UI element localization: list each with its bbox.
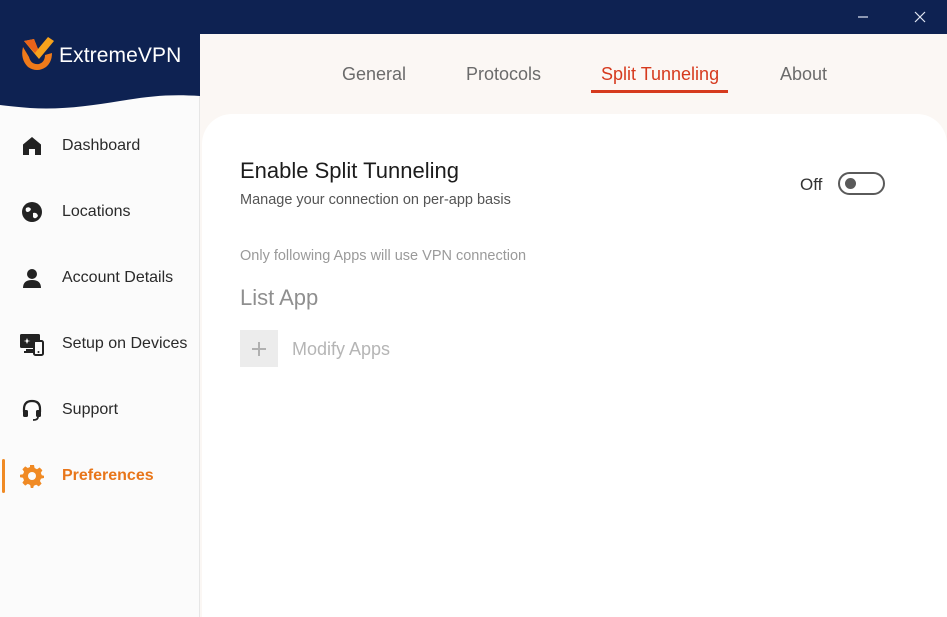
- sidebar-item-support[interactable]: Support: [0, 377, 200, 443]
- home-icon: [19, 133, 45, 159]
- sidebar-item-preferences[interactable]: Preferences: [0, 443, 200, 509]
- preferences-tabs: General Protocols Split Tunneling About: [200, 34, 947, 114]
- user-icon: [19, 265, 45, 291]
- active-tab-indicator: [591, 90, 728, 93]
- brand-name: ExtremeVPN: [59, 44, 182, 67]
- tab-general[interactable]: General: [342, 64, 406, 85]
- split-tunneling-title: Enable Split Tunneling: [240, 158, 459, 183]
- gear-icon: [19, 463, 45, 489]
- sidebar-item-label: Preferences: [62, 467, 154, 484]
- sidebar-item-setup-on-devices[interactable]: Setup on Devices: [0, 311, 200, 377]
- toggle-knob: [845, 178, 856, 189]
- split-tunneling-toggle[interactable]: [838, 172, 885, 195]
- list-app-heading: List App: [240, 285, 319, 310]
- brand-header: ExtremeVPN: [0, 0, 200, 112]
- content-panel: [202, 114, 947, 617]
- split-tunneling-subtitle: Manage your connection on per-app basis: [240, 192, 511, 208]
- tab-split-tunneling[interactable]: Split Tunneling: [601, 64, 719, 85]
- sidebar-item-dashboard[interactable]: Dashboard: [0, 113, 200, 179]
- close-icon: [914, 11, 926, 23]
- vpn-apps-info-text: Only following Apps will use VPN connect…: [240, 248, 527, 264]
- minimize-icon: [858, 16, 868, 18]
- sidebar-item-label: Support: [62, 401, 119, 418]
- close-button[interactable]: [897, 0, 943, 34]
- add-app-button[interactable]: [240, 330, 278, 367]
- sidebar-item-label: Locations: [62, 203, 131, 220]
- sidebar-item-label: Setup on Devices: [62, 335, 188, 352]
- sidebar: ExtremeVPN Dashboard Locations Account D…: [0, 0, 200, 617]
- devices-icon: [19, 331, 45, 357]
- tab-about[interactable]: About: [780, 64, 827, 85]
- toggle-state-label: Off: [800, 175, 823, 194]
- sidebar-item-label: Account Details: [62, 269, 174, 286]
- sidebar-nav: Dashboard Locations Account Details Setu…: [0, 113, 200, 509]
- extremevpn-logo-icon: [22, 37, 54, 70]
- tab-protocols[interactable]: Protocols: [466, 64, 541, 85]
- modify-apps-link[interactable]: Modify Apps: [292, 339, 390, 360]
- plus-icon: [252, 341, 266, 356]
- sidebar-item-label: Dashboard: [62, 137, 141, 154]
- headset-icon: [19, 397, 45, 423]
- sidebar-item-locations[interactable]: Locations: [0, 179, 200, 245]
- sidebar-item-account-details[interactable]: Account Details: [0, 245, 200, 311]
- globe-icon: [19, 199, 45, 225]
- minimize-button[interactable]: [840, 0, 886, 34]
